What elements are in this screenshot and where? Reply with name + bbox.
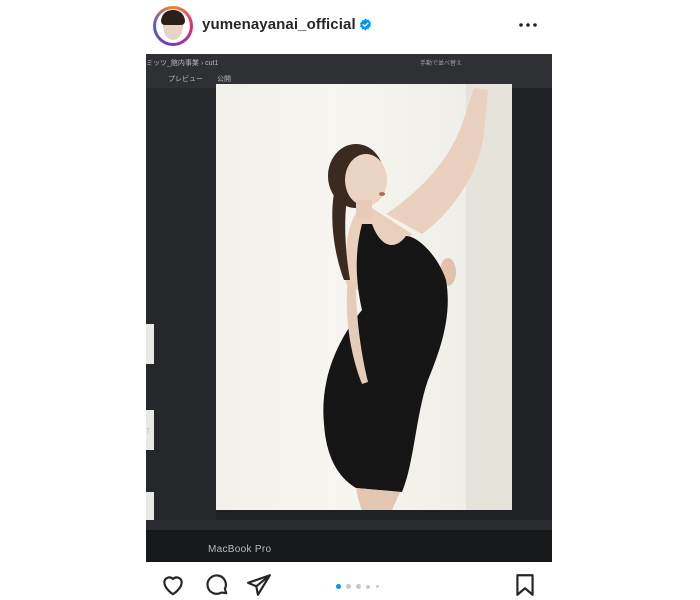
- screen-toolbar: ミッツ_館内事業 › cut1 プレビュー 公開 手動で並べ替え: [146, 54, 552, 88]
- username[interactable]: yumenayanai_official: [202, 16, 356, 33]
- screen-tab-preview: プレビュー: [168, 76, 203, 83]
- laptop-model-label: MacBook Pro: [208, 544, 272, 555]
- screen-tab-publish: 公開: [216, 76, 231, 83]
- post-action-bar: [146, 568, 552, 600]
- heart-icon[interactable]: [160, 572, 186, 598]
- more-horizontal-icon[interactable]: [516, 13, 540, 37]
- avatar-image: [156, 9, 190, 43]
- screen-sort-label: 手動で並べ替え: [419, 61, 462, 67]
- carousel-dot: [376, 585, 379, 588]
- displayed-photo: [216, 84, 512, 510]
- carousel-dot: [356, 584, 361, 589]
- screen-bottom-bar: [146, 520, 552, 530]
- laptop-bezel: MacBook Pro: [146, 530, 552, 562]
- avatar[interactable]: [153, 6, 193, 46]
- bookmark-icon[interactable]: [512, 572, 538, 598]
- carousel-dot: [346, 584, 351, 589]
- woman-in-black-dress-figure: [323, 84, 512, 510]
- post-photo[interactable]: ミッツ_館内事業 › cut1 プレビュー 公開 手動で並べ替え 7 531: [146, 54, 552, 562]
- carousel-dot: [366, 584, 370, 589]
- carousel-dot-active: [336, 584, 341, 589]
- verified-badge-icon: [359, 18, 372, 31]
- screen-thumbnail: [146, 324, 154, 364]
- send-icon[interactable]: [246, 572, 272, 598]
- comment-icon[interactable]: [204, 572, 230, 598]
- post-header: yumenayanai_official: [146, 0, 552, 52]
- screen-tabs: プレビュー 公開: [168, 74, 243, 84]
- screen-thumbnail-number: 7: [146, 428, 150, 435]
- screen-thumbnail-panel: 7 531: [146, 88, 216, 528]
- screen-breadcrumb: ミッツ_館内事業 › cut1: [146, 60, 219, 67]
